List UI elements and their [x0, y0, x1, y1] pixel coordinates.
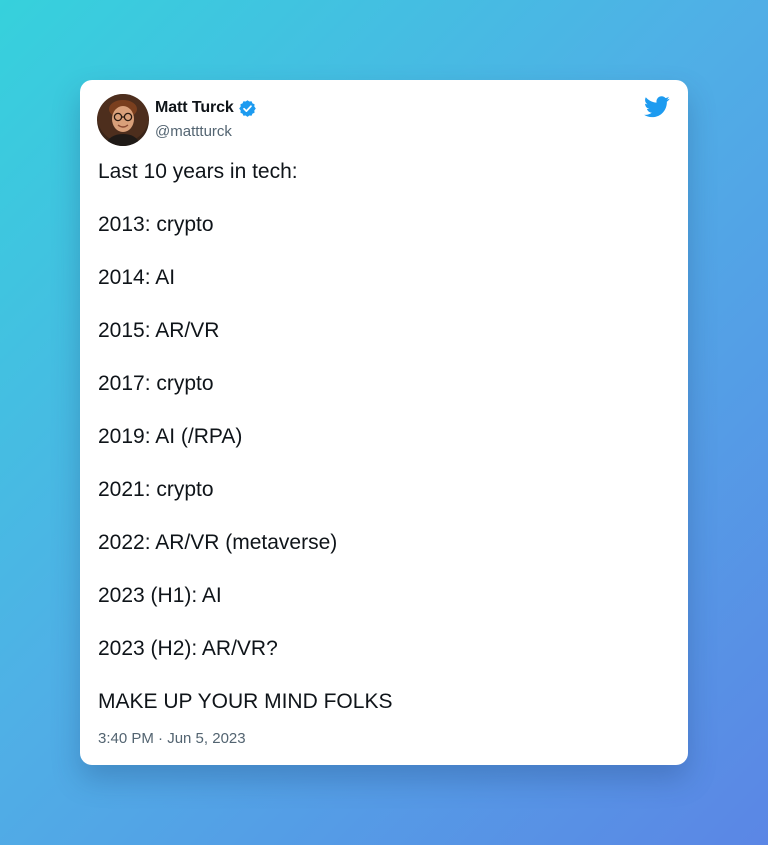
avatar-image	[97, 94, 149, 146]
tweet-line: 2017: crypto	[98, 372, 214, 395]
tweet-line: 2013: crypto	[98, 213, 214, 236]
twitter-bird-icon[interactable]	[644, 96, 670, 118]
tweet-line: 2023 (H1): AI	[98, 584, 222, 607]
tweet-line: 2014: AI	[98, 266, 176, 289]
verified-badge-icon	[238, 99, 257, 118]
author-name[interactable]: Matt Turck	[155, 99, 234, 117]
tweet-card: Matt Turck @mattturck Last 10 years in t…	[80, 80, 688, 765]
tweet-timestamp[interactable]: 3:40 PM · Jun 5, 2023	[98, 730, 246, 747]
tweet-line: 2023 (H2): AR/VR?	[98, 637, 278, 660]
tweet-line: 2015: AR/VR	[98, 319, 220, 342]
avatar[interactable]	[97, 94, 149, 146]
author-handle[interactable]: @mattturck	[155, 123, 232, 140]
tweet-line: 2019: AI (/RPA)	[98, 425, 243, 448]
tweet-line: 2022: AR/VR (metaverse)	[98, 531, 338, 554]
tweet-line: Last 10 years in tech:	[98, 160, 298, 183]
author-name-row: Matt Turck	[155, 97, 257, 119]
tweet-line: 2021: crypto	[98, 478, 214, 501]
tweet-text: Last 10 years in tech: 2013: crypto 2014…	[98, 157, 668, 740]
